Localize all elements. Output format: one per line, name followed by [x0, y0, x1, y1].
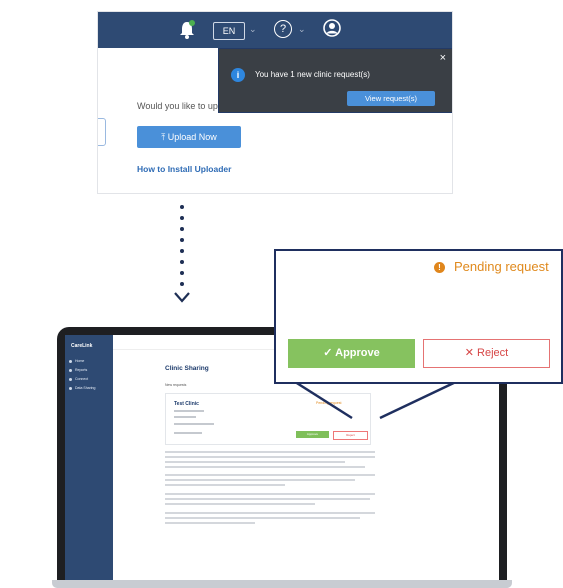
pending-warning-icon: !: [434, 262, 445, 273]
approve-label: Approve: [335, 347, 380, 359]
check-icon: ✓: [323, 347, 333, 359]
x-icon: ✕: [464, 347, 474, 359]
approve-button[interactable]: ✓ Approve: [288, 339, 415, 368]
zoom-line-left: [291, 378, 353, 420]
pending-request-label: Pending request: [454, 259, 549, 274]
zoom-callout: ! Pending request ✓ Approve ✕ Reject: [274, 249, 563, 384]
reject-label: Reject: [477, 347, 509, 359]
reject-button[interactable]: ✕ Reject: [423, 339, 550, 368]
zoom-line-right: [379, 378, 461, 420]
